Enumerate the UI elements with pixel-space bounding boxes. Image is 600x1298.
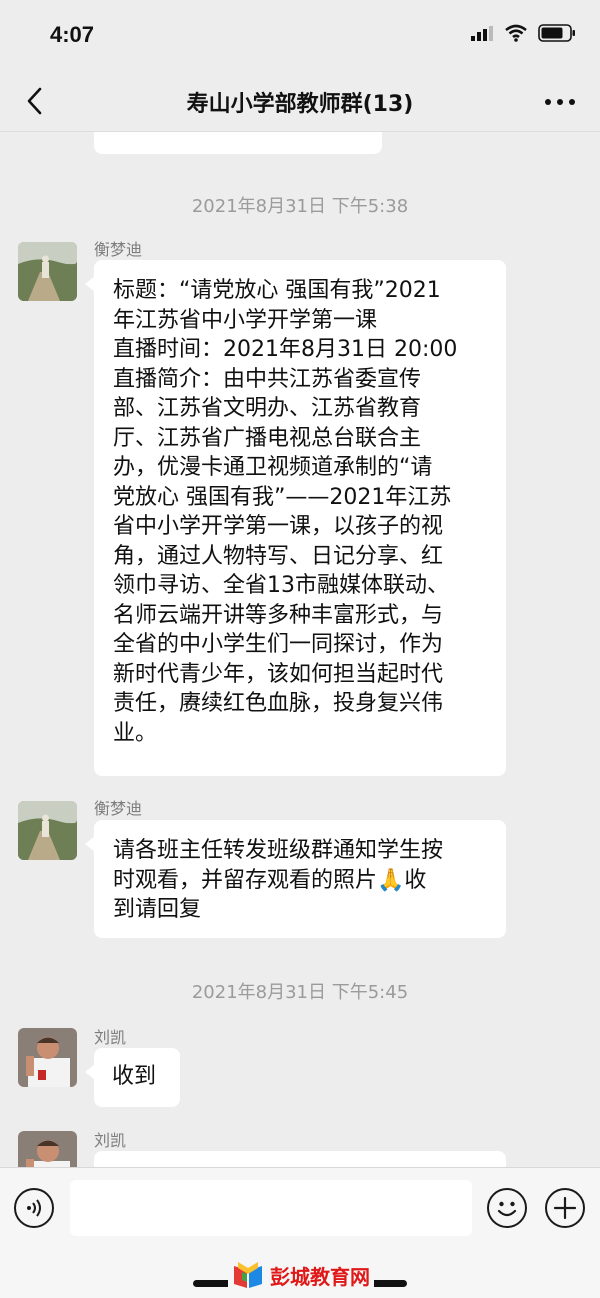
message-input[interactable] bbox=[70, 1180, 472, 1236]
message-bubble[interactable] bbox=[94, 1151, 506, 1167]
voice-icon bbox=[27, 1199, 41, 1217]
sender-name: 衡梦迪 bbox=[94, 799, 143, 818]
message-line: 角，通过人物特写、日记分享、红 bbox=[113, 543, 444, 569]
avatar[interactable] bbox=[18, 242, 77, 301]
wifi-icon bbox=[505, 24, 527, 42]
message-line: 办，优漫卡通卫视频道承制的“请 bbox=[113, 455, 433, 480]
emoji-icon bbox=[497, 1201, 517, 1217]
book-logo-icon bbox=[234, 1262, 262, 1288]
watermark: 彭城教育网 bbox=[228, 1260, 374, 1290]
message-line: 部、江苏省文明办、江苏省教育 bbox=[113, 396, 422, 421]
message-bubble[interactable]: 收到 bbox=[85, 1048, 180, 1107]
plus-icon bbox=[553, 1196, 577, 1220]
nav-bar: 寿山小学部教师群(13) bbox=[0, 70, 600, 132]
message-line: 省中小学开学第一课，以孩子的视 bbox=[113, 514, 444, 539]
message-line: 直播时间：2021年8月31日 20:00 bbox=[113, 337, 458, 362]
chat-title: 寿山小学部教师群(13) bbox=[186, 92, 414, 117]
message-line: 名师云端开讲等多种丰富形式，与 bbox=[113, 602, 444, 628]
status-time: 4:07 bbox=[50, 22, 95, 47]
message-line: 年江苏省中小学开学第一课 bbox=[113, 307, 378, 333]
more-dots-icon bbox=[545, 99, 575, 105]
message-line: 到请回复 bbox=[113, 897, 202, 922]
message-line: 全省的中小学生们一同探讨，作为 bbox=[113, 632, 444, 657]
message-line: 新时代青少年，该如何担当起时代 bbox=[113, 661, 444, 687]
plus-button[interactable] bbox=[545, 1188, 585, 1228]
signal-icon bbox=[471, 26, 493, 41]
sender-name: 刘凯 bbox=[94, 1028, 127, 1047]
message-line: 厅、江苏省广播电视总台联合主 bbox=[113, 425, 422, 451]
avatar[interactable] bbox=[18, 1028, 77, 1087]
message-line: 请各班主任转发班级群通知学生按 bbox=[113, 838, 444, 863]
avatar[interactable] bbox=[18, 1131, 77, 1167]
message-line: 业。 bbox=[113, 720, 158, 746]
message-bubble-partial[interactable]: ………… bbox=[94, 132, 382, 154]
emoji-button[interactable] bbox=[487, 1188, 527, 1228]
more-button[interactable] bbox=[538, 90, 582, 114]
message-bubble[interactable]: 标题：“请党放心 强国有我”2021 年江苏省中小学开学第一课 直播时间：202… bbox=[85, 260, 506, 776]
sender-name: 衡梦迪 bbox=[94, 240, 143, 259]
timestamp: 2021年8月31日 下午5:45 bbox=[191, 982, 409, 1003]
message-line: 标题：“请党放心 强国有我”2021 bbox=[113, 278, 441, 303]
voice-button[interactable] bbox=[14, 1188, 54, 1228]
message-text-partial: ………… bbox=[112, 132, 216, 134]
watermark-text: 彭城教育网 bbox=[270, 1264, 370, 1289]
message-bubble[interactable]: 请各班主任转发班级群通知学生按 时观看，并留存观看的照片🙏收 到请回复 bbox=[85, 820, 506, 938]
avatar[interactable] bbox=[18, 801, 77, 860]
status-bar: 4:07 bbox=[0, 0, 600, 70]
message-line: 责任，赓续红色血脉，投身复兴伟 bbox=[113, 691, 444, 716]
praying-hands-emoji-icon: 🙏 bbox=[377, 867, 405, 893]
sender-name: 刘凯 bbox=[94, 1131, 127, 1150]
battery-icon bbox=[538, 24, 575, 42]
message-line: 时观看，并留存观看的照片🙏收 bbox=[113, 867, 427, 893]
message-line: 党放心 强国有我”——2021年江苏 bbox=[113, 484, 452, 510]
chat-area[interactable]: ………… 2021年8月31日 下午5:38 衡梦迪 标题：“请党放心 强国有我… bbox=[0, 132, 600, 1167]
message-line: 直播简介：由中共江苏省委宣传 bbox=[113, 366, 422, 392]
status-icons bbox=[470, 24, 576, 42]
message-line: 领巾寻访、全省13市融媒体联动、 bbox=[113, 573, 449, 598]
message-text: 收到 bbox=[112, 1064, 157, 1089]
timestamp: 2021年8月31日 下午5:38 bbox=[191, 196, 409, 217]
